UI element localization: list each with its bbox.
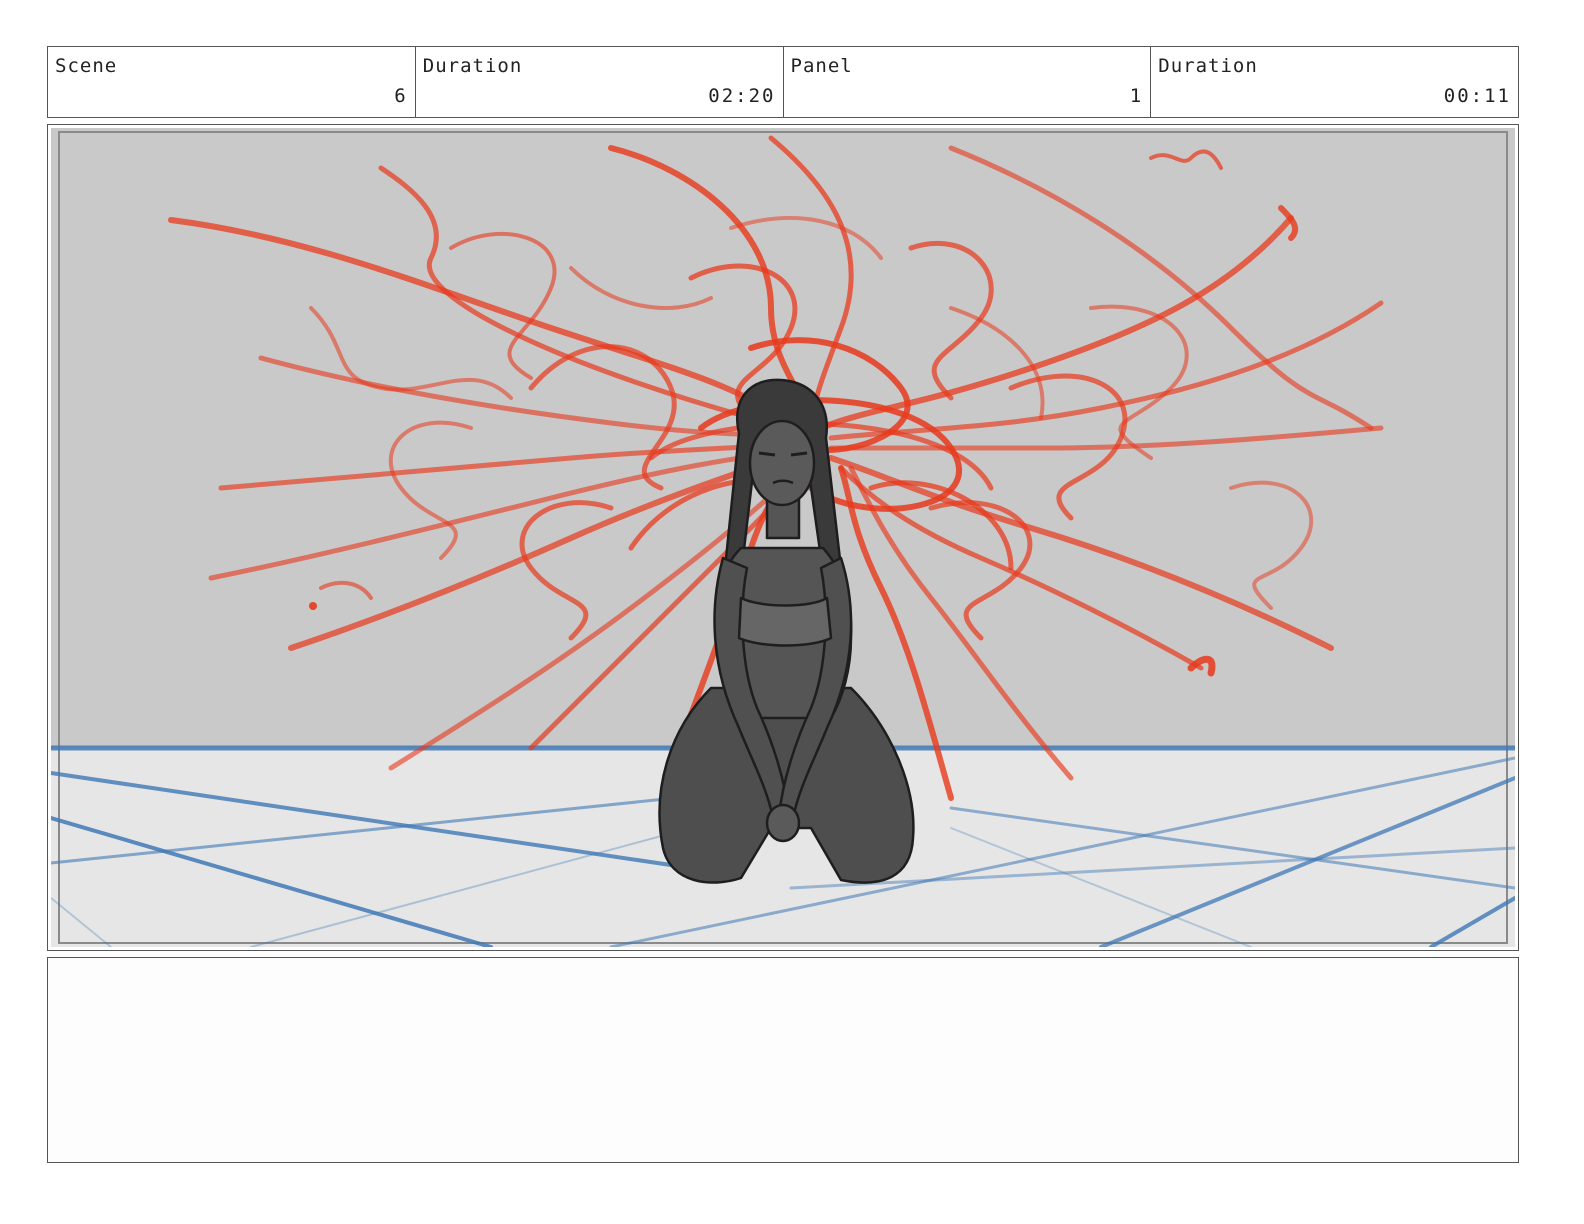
panel-value: 1 xyxy=(1129,85,1144,107)
scene-cell: Scene 6 xyxy=(48,47,416,117)
storyboard-panel xyxy=(47,124,1519,951)
scene-duration-cell: Duration 02:20 xyxy=(416,47,784,117)
panel-duration-value: 00:11 xyxy=(1443,85,1511,107)
storyboard-header: Scene 6 Duration 02:20 Panel 1 Duration … xyxy=(47,46,1519,118)
panel-duration-cell: Duration 00:11 xyxy=(1151,47,1518,117)
scene-duration-label: Duration xyxy=(422,55,523,77)
scene-duration-value: 02:20 xyxy=(708,85,776,107)
panel-label: Panel xyxy=(790,55,853,77)
scene-label: Scene xyxy=(55,55,118,77)
panel-duration-label: Duration xyxy=(1158,55,1258,77)
panel-drawing xyxy=(51,128,1515,947)
panel-notes-area[interactable] xyxy=(47,957,1519,1163)
scene-value: 6 xyxy=(394,85,408,107)
panel-cell: Panel 1 xyxy=(784,47,1152,117)
